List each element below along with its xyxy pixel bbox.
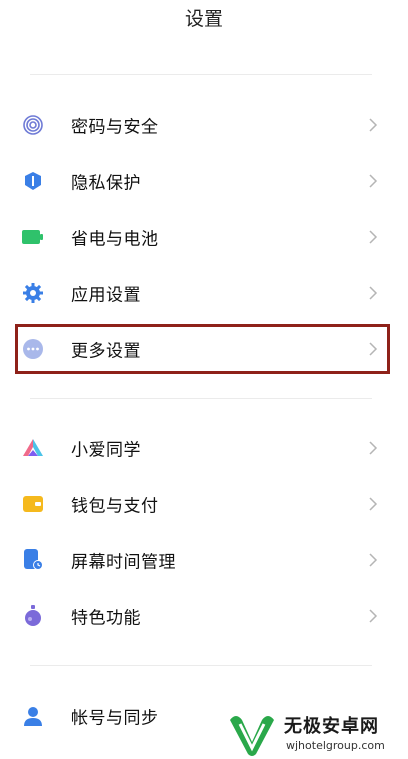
chevron-right-icon bbox=[369, 174, 378, 188]
divider bbox=[30, 665, 372, 666]
settings-item-label: 屏幕时间管理 bbox=[71, 552, 176, 573]
watermark-url: wjhotelgroup.com bbox=[286, 739, 385, 752]
chevron-right-icon bbox=[369, 497, 378, 511]
settings-item-label: 隐私保护 bbox=[71, 173, 141, 194]
chevron-right-icon bbox=[369, 553, 378, 567]
xiaoai-icon bbox=[22, 437, 44, 459]
fingerprint-icon bbox=[22, 114, 44, 136]
page-title: 设置 bbox=[184, 8, 223, 30]
wallet-icon bbox=[22, 493, 44, 515]
chevron-right-icon bbox=[369, 230, 378, 244]
settings-item-label: 帐号与同步 bbox=[71, 708, 159, 729]
watermark: 无极安卓网 wjhotelgroup.com bbox=[226, 710, 408, 759]
special-features-icon bbox=[22, 605, 44, 627]
settings-item-special-features[interactable]: 特色功能 bbox=[0, 588, 408, 644]
settings-item-privacy[interactable]: 隐私保护 bbox=[0, 153, 408, 209]
settings-item-label: 应用设置 bbox=[71, 285, 141, 306]
chevron-right-icon bbox=[369, 286, 378, 300]
settings-item-app-settings[interactable]: 应用设置 bbox=[0, 265, 408, 321]
watermark-logo-icon bbox=[230, 716, 274, 756]
settings-item-screen-time[interactable]: 屏幕时间管理 bbox=[0, 532, 408, 588]
watermark-text: 无极安卓网 bbox=[284, 716, 379, 737]
account-icon bbox=[22, 705, 44, 727]
battery-icon bbox=[22, 226, 44, 248]
gear-icon bbox=[22, 282, 44, 304]
settings-item-label: 小爱同学 bbox=[71, 440, 141, 461]
screen-time-icon bbox=[22, 549, 44, 571]
chevron-right-icon bbox=[369, 118, 378, 132]
settings-item-password-security[interactable]: 密码与安全 bbox=[0, 97, 408, 153]
highlight-box bbox=[15, 324, 390, 374]
divider bbox=[30, 74, 372, 75]
settings-item-battery[interactable]: 省电与电池 bbox=[0, 209, 408, 265]
settings-item-label: 钱包与支付 bbox=[71, 496, 159, 517]
settings-item-label: 省电与电池 bbox=[71, 229, 159, 250]
settings-item-label: 密码与安全 bbox=[71, 117, 159, 138]
settings-item-label: 特色功能 bbox=[71, 608, 141, 629]
settings-item-xiaoai[interactable]: 小爱同学 bbox=[0, 420, 408, 476]
settings-item-wallet[interactable]: 钱包与支付 bbox=[0, 476, 408, 532]
chevron-right-icon bbox=[369, 609, 378, 623]
privacy-shield-icon bbox=[22, 170, 44, 192]
chevron-right-icon bbox=[369, 441, 378, 455]
divider bbox=[30, 398, 372, 399]
